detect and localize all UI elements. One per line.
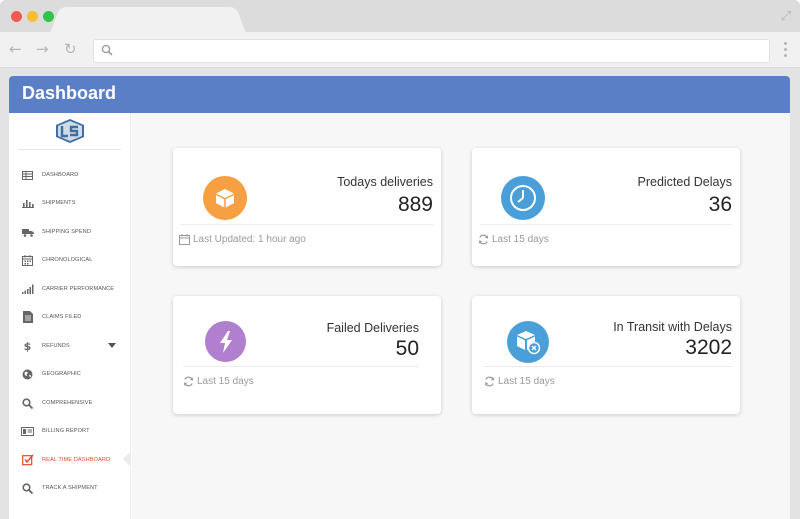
sidebar-item-label: BILLING REPORT bbox=[42, 428, 90, 434]
card-title: Failed Deliveries bbox=[326, 321, 419, 335]
lightning-icon bbox=[205, 321, 246, 362]
card-todays-deliveries[interactable]: Todays deliveries 889 Last Updated: 1 ho… bbox=[173, 148, 441, 266]
card-failed-deliveries[interactable]: Failed Deliveries 50 Last 15 days bbox=[173, 296, 441, 414]
active-indicator bbox=[123, 452, 130, 466]
sidebar-item-comprehensive[interactable]: COMPREHENSIVE bbox=[21, 393, 129, 413]
sidebar-item-label: CHRONOLOGICAL bbox=[42, 257, 93, 263]
sidebar-item-label: COMPREHENSIVE bbox=[42, 400, 93, 406]
signal-bars-icon bbox=[21, 283, 34, 296]
search-icon bbox=[101, 44, 113, 56]
truck-icon bbox=[21, 226, 34, 239]
browser-toolbar: ← → ↻ bbox=[0, 32, 800, 68]
sidebar-item-shipments[interactable]: SHIPMENTS bbox=[21, 193, 129, 213]
app-container: Dashboard DASHBOARD SHIPMENTS SHIPPING S… bbox=[9, 76, 790, 519]
minimize-window-button[interactable] bbox=[27, 11, 38, 22]
sidebar-item-track-a-shipment[interactable]: TRACK A SHIPMENT bbox=[21, 478, 129, 498]
refresh-icon bbox=[183, 376, 194, 387]
card-divider bbox=[181, 224, 433, 225]
card-title: In Transit with Delays bbox=[613, 320, 732, 334]
sidebar-item-label-part: DASHBOARD bbox=[73, 457, 111, 463]
card-footer-text: Last 15 days bbox=[498, 376, 555, 387]
card-footer: Last 15 days bbox=[484, 376, 555, 387]
logo-divider bbox=[19, 149, 121, 150]
card-in-transit-with-delays[interactable]: In Transit with Delays 3202 Last 15 days bbox=[472, 296, 740, 414]
card-divider bbox=[484, 366, 732, 367]
card-divider bbox=[183, 366, 419, 367]
card-value: 889 bbox=[397, 193, 433, 216]
sidebar-item-shipping-spend[interactable]: SHIPPING SPEND bbox=[21, 222, 129, 242]
refresh-icon bbox=[484, 376, 495, 387]
reload-icon[interactable]: ↻ bbox=[64, 41, 77, 57]
card-title: Predicted Delays bbox=[637, 175, 733, 189]
card-predicted-delays[interactable]: Predicted Delays 36 Last 15 days bbox=[472, 148, 740, 266]
sidebar-item-label: DASHBOARD bbox=[42, 172, 79, 178]
address-bar[interactable] bbox=[93, 39, 770, 63]
billing-icon bbox=[21, 425, 34, 438]
chevron-down-icon[interactable] bbox=[108, 343, 116, 348]
sidebar-item-label: REFUNDS bbox=[42, 343, 70, 349]
sidebar-item-real-time-dashboard[interactable]: REAL TIME DASHBOARD bbox=[21, 450, 129, 470]
refresh-icon bbox=[478, 234, 489, 245]
search-icon bbox=[21, 482, 34, 495]
card-value: 50 bbox=[395, 337, 419, 360]
app-header: Dashboard bbox=[9, 76, 790, 113]
card-divider bbox=[480, 224, 732, 225]
card-footer-text: Last 15 days bbox=[492, 234, 549, 245]
forward-arrow-icon[interactable]: → bbox=[36, 41, 49, 57]
card-title: Todays deliveries bbox=[337, 175, 433, 189]
browser-menu-icon[interactable] bbox=[784, 42, 788, 58]
table-icon bbox=[21, 169, 34, 182]
clock-icon bbox=[501, 176, 545, 220]
calendar-icon bbox=[21, 254, 34, 267]
sidebar-item-label-part: REAL TIME bbox=[42, 457, 73, 463]
sidebar: DASHBOARD SHIPMENTS SHIPPING SPEND CHRON… bbox=[9, 113, 131, 519]
page-title: Dashboard bbox=[22, 83, 117, 103]
browser-tab[interactable] bbox=[62, 7, 234, 33]
sidebar-item-chronological[interactable]: CHRONOLOGICAL bbox=[21, 250, 129, 270]
sidebar-item-geographic[interactable]: GEOGRAPHIC bbox=[21, 364, 129, 384]
ls-logo-icon[interactable] bbox=[56, 119, 84, 143]
document-icon bbox=[21, 311, 34, 324]
card-footer: Last Updated: 1 hour ago bbox=[179, 234, 306, 245]
checkbox-icon bbox=[21, 454, 34, 467]
sidebar-item-label: TRACK A SHIPMENT bbox=[42, 485, 98, 491]
card-footer-text: Last 15 days bbox=[197, 376, 254, 387]
search-icon bbox=[21, 397, 34, 410]
sidebar-item-label: SHIPPING SPEND bbox=[42, 229, 91, 235]
box-icon bbox=[203, 176, 247, 220]
globe-icon bbox=[21, 368, 34, 381]
sidebar-item-label: CARRIER PERFORMANCE bbox=[42, 286, 115, 292]
sidebar-item-label: REAL TIME DASHBOARD bbox=[42, 457, 110, 463]
browser-titlebar: ⤢ bbox=[0, 0, 800, 33]
card-footer: Last 15 days bbox=[478, 234, 549, 245]
calendar-icon bbox=[179, 234, 190, 245]
sidebar-item-label: SHIPMENTS bbox=[42, 200, 76, 206]
back-arrow-icon[interactable]: ← bbox=[9, 41, 22, 57]
main-content: Todays deliveries 889 Last Updated: 1 ho… bbox=[132, 113, 790, 519]
card-value: 3202 bbox=[685, 336, 732, 359]
sidebar-item-carrier-performance[interactable]: CARRIER PERFORMANCE bbox=[21, 279, 129, 299]
browser-window: ⤢ ← → ↻ Dashboard DASHBOARD SHIPMENTS SH… bbox=[0, 0, 800, 519]
card-footer-text: Last Updated: 1 hour ago bbox=[193, 234, 306, 245]
sidebar-item-label: GEOGRAPHIC bbox=[42, 371, 81, 377]
maximize-window-button[interactable] bbox=[43, 11, 54, 22]
bar-chart-icon bbox=[21, 197, 34, 210]
card-footer: Last 15 days bbox=[183, 376, 254, 387]
sidebar-item-refunds[interactable]: $ REFUNDS bbox=[21, 336, 129, 356]
sidebar-item-billing-report[interactable]: BILLING REPORT bbox=[21, 421, 129, 441]
close-window-button[interactable] bbox=[11, 11, 22, 22]
sidebar-item-dashboard[interactable]: DASHBOARD bbox=[21, 165, 129, 185]
package-delay-icon bbox=[507, 321, 549, 363]
dollar-icon: $ bbox=[23, 339, 32, 353]
expand-icon[interactable]: ⤢ bbox=[781, 9, 791, 24]
card-value: 36 bbox=[708, 193, 732, 216]
sidebar-item-claims-filed[interactable]: CLAIMS FILED bbox=[21, 307, 129, 327]
sidebar-item-label: CLAIMS FILED bbox=[42, 314, 82, 320]
